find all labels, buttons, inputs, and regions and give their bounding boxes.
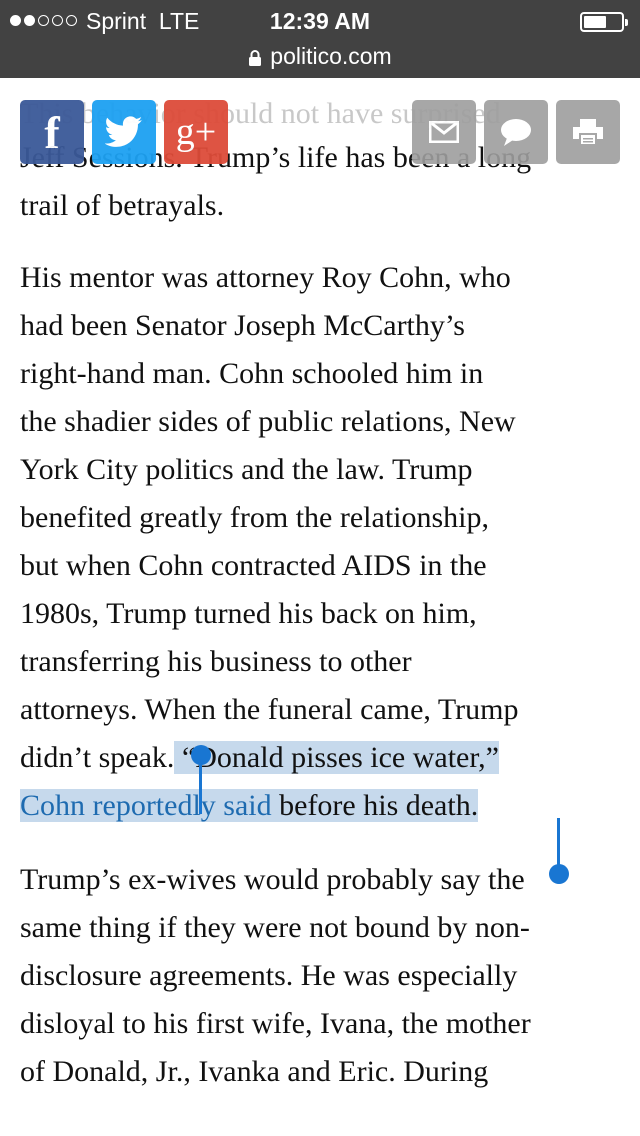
para2-line: His mentor was attorney Roy Cohn, who	[20, 261, 511, 294]
googleplus-share-button[interactable]: g+	[164, 100, 228, 164]
paragraph-2: His mentor was attorney Roy Cohn, who ha…	[20, 254, 620, 830]
url-bar[interactable]: politico.com	[0, 40, 640, 72]
battery-icon	[580, 12, 628, 32]
selection-end-stem	[557, 818, 560, 868]
para3-line: Trump’s ex-wives would probably say the	[20, 863, 525, 896]
facebook-icon: f	[44, 106, 60, 158]
envelope-icon	[429, 121, 459, 143]
selection-start-stem	[199, 760, 202, 814]
comment-button[interactable]	[484, 100, 548, 164]
selected-text[interactable]: “Donald pisses ice water,”	[174, 741, 499, 774]
para2-line: York City politics and the law. Trump	[20, 453, 473, 486]
status-bar: Sprint LTE 12:39 AM politico.com	[0, 0, 640, 78]
url-domain: politico.com	[270, 42, 392, 69]
para2-line: attorneys. When the funeral came, Trump	[20, 693, 519, 726]
selected-text[interactable]: Cohn reportedly said before his death.	[20, 789, 479, 822]
article-body: This behavior should not have surprised …	[20, 90, 620, 1096]
para3-line: disloyal to his first wife, Ivana, the m…	[20, 1007, 531, 1040]
speech-bubble-icon	[501, 119, 531, 146]
googleplus-icon: g+	[175, 111, 217, 153]
print-button[interactable]	[556, 100, 620, 164]
para1-line2: trail of betrayals.	[20, 189, 225, 222]
lock-icon	[249, 50, 262, 66]
selection-end-handle[interactable]	[549, 864, 569, 884]
para3-line: disclosure agreements. He was especially	[20, 959, 518, 992]
para2-line: had been Senator Joseph McCarthy’s	[20, 309, 465, 342]
para2-line: transferring his business to other	[20, 645, 412, 678]
article-link-cohn-quote[interactable]: Cohn reportedly said	[20, 789, 272, 822]
twitter-bird-icon	[105, 116, 143, 147]
share-toolbar: f g+	[0, 100, 640, 164]
para2-line: right-hand man. Cohn schooled him in	[20, 357, 484, 390]
para2-line: benefited greatly from the relationship,	[20, 501, 489, 534]
paragraph-3: Trump’s ex-wives would probably say the …	[20, 856, 620, 1096]
para2-line: but when Cohn contracted AIDS in the	[20, 549, 487, 582]
clock: 12:39 AM	[269, 8, 371, 34]
printer-icon	[573, 119, 603, 146]
para3-line: same thing if they were not bound by non…	[20, 911, 530, 944]
para2-line: didn’t speak.	[20, 741, 175, 774]
email-share-button[interactable]	[412, 100, 476, 164]
para2-line: the shadier sides of public relations, N…	[20, 405, 516, 438]
twitter-share-button[interactable]	[92, 100, 156, 164]
para3-line: of Donald, Jr., Ivanka and Eric. During	[20, 1055, 489, 1088]
facebook-share-button[interactable]: f	[20, 100, 84, 164]
para2-line: 1980s, Trump turned his back on him,	[20, 597, 477, 630]
